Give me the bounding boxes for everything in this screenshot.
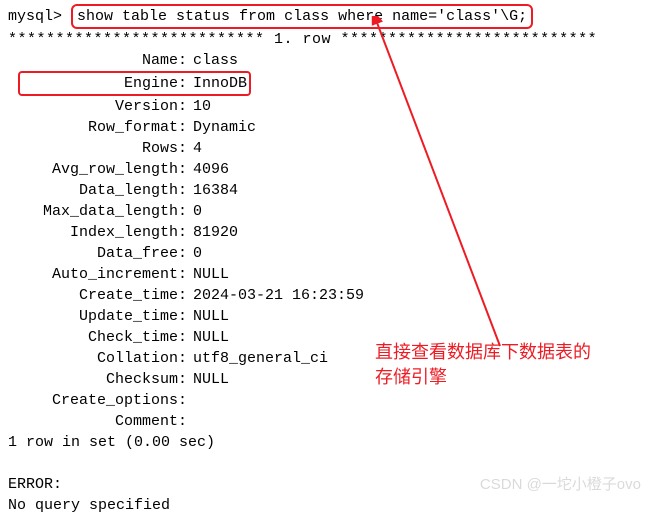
field-value: Dynamic <box>193 117 256 138</box>
field-value: NULL <box>193 306 229 327</box>
result-row: Data_free: 0 <box>8 243 647 264</box>
result-row: Create_options: <box>8 390 647 411</box>
result-row: Checksum: NULL <box>8 369 647 390</box>
field-sep: : <box>178 390 193 411</box>
footer-text: 1 row in set (0.00 sec) <box>8 432 647 453</box>
field-sep: : <box>178 306 193 327</box>
field-value: NULL <box>193 327 229 348</box>
field-value: 0 <box>193 201 202 222</box>
field-value: InnoDB <box>193 73 247 94</box>
field-sep: : <box>178 222 193 243</box>
field-sep: : <box>178 285 193 306</box>
field-key: Auto_increment <box>8 264 178 285</box>
field-key: Check_time <box>8 327 178 348</box>
field-key: Index_length <box>8 222 178 243</box>
field-key: Comment <box>8 411 178 432</box>
field-sep: : <box>178 243 193 264</box>
field-sep: : <box>178 73 193 94</box>
field-value: utf8_general_ci <box>193 348 328 369</box>
field-key: Checksum <box>8 369 178 390</box>
error-message: No query specified <box>8 495 647 516</box>
field-key: Row_format <box>8 117 178 138</box>
field-value: 10 <box>193 96 211 117</box>
field-value: 2024-03-21 16:23:59 <box>193 285 364 306</box>
result-row: Version: 10 <box>8 96 647 117</box>
field-sep: : <box>178 348 193 369</box>
prompt-text: mysql> <box>8 8 62 25</box>
field-value: 81920 <box>193 222 238 243</box>
field-key: Rows <box>8 138 178 159</box>
result-row: Row_format: Dynamic <box>8 117 647 138</box>
field-key: Version <box>8 96 178 117</box>
field-value: 4096 <box>193 159 229 180</box>
field-value: NULL <box>193 264 229 285</box>
result-row: Data_length: 16384 <box>8 180 647 201</box>
row-separator: *************************** 1. row *****… <box>8 29 647 50</box>
field-key: Create_time <box>8 285 178 306</box>
field-value: 0 <box>193 243 202 264</box>
prompt-line: mysql> show table status from class wher… <box>8 4 647 29</box>
field-sep: : <box>178 180 193 201</box>
result-row: Index_length: 81920 <box>8 222 647 243</box>
field-sep: : <box>178 138 193 159</box>
field-sep: : <box>178 327 193 348</box>
field-key: Data_free <box>8 243 178 264</box>
result-row: Avg_row_length: 4096 <box>8 159 647 180</box>
result-fields: Name: classEngine: InnoDBVersion: 10Row_… <box>8 50 647 432</box>
sql-command-highlight: show table status from class where name=… <box>71 4 533 29</box>
result-row: Max_data_length: 0 <box>8 201 647 222</box>
field-key: Create_options <box>8 390 178 411</box>
result-row: Create_time: 2024-03-21 16:23:59 <box>8 285 647 306</box>
field-key: Collation <box>8 348 178 369</box>
field-sep: : <box>178 369 193 390</box>
field-key: Max_data_length <box>8 201 178 222</box>
result-row: Engine: InnoDB <box>8 71 647 96</box>
result-row: Update_time: NULL <box>8 306 647 327</box>
field-value: NULL <box>193 369 229 390</box>
field-key: Avg_row_length <box>8 159 178 180</box>
field-value: 4 <box>193 138 202 159</box>
field-key: Data_length <box>8 180 178 201</box>
result-row: Check_time: NULL <box>8 327 647 348</box>
result-row: Auto_increment: NULL <box>8 264 647 285</box>
engine-highlight: Engine: InnoDB <box>18 71 251 96</box>
field-sep: : <box>178 201 193 222</box>
field-key: Name <box>8 50 178 71</box>
field-sep: : <box>178 264 193 285</box>
result-row: Comment: <box>8 411 647 432</box>
sql-command: show table status from class where name=… <box>77 8 527 25</box>
field-sep: : <box>178 159 193 180</box>
result-row: Rows: 4 <box>8 138 647 159</box>
field-sep: : <box>178 96 193 117</box>
result-row: Collation: utf8_general_ci <box>8 348 647 369</box>
field-key: Update_time <box>8 306 178 327</box>
result-row: Name: class <box>8 50 647 71</box>
field-sep: : <box>178 411 193 432</box>
field-sep: : <box>178 50 193 71</box>
field-sep: : <box>178 117 193 138</box>
field-value: class <box>193 50 238 71</box>
error-label: ERROR: <box>8 474 647 495</box>
field-key: Engine <box>22 73 178 94</box>
field-value: 16384 <box>193 180 238 201</box>
